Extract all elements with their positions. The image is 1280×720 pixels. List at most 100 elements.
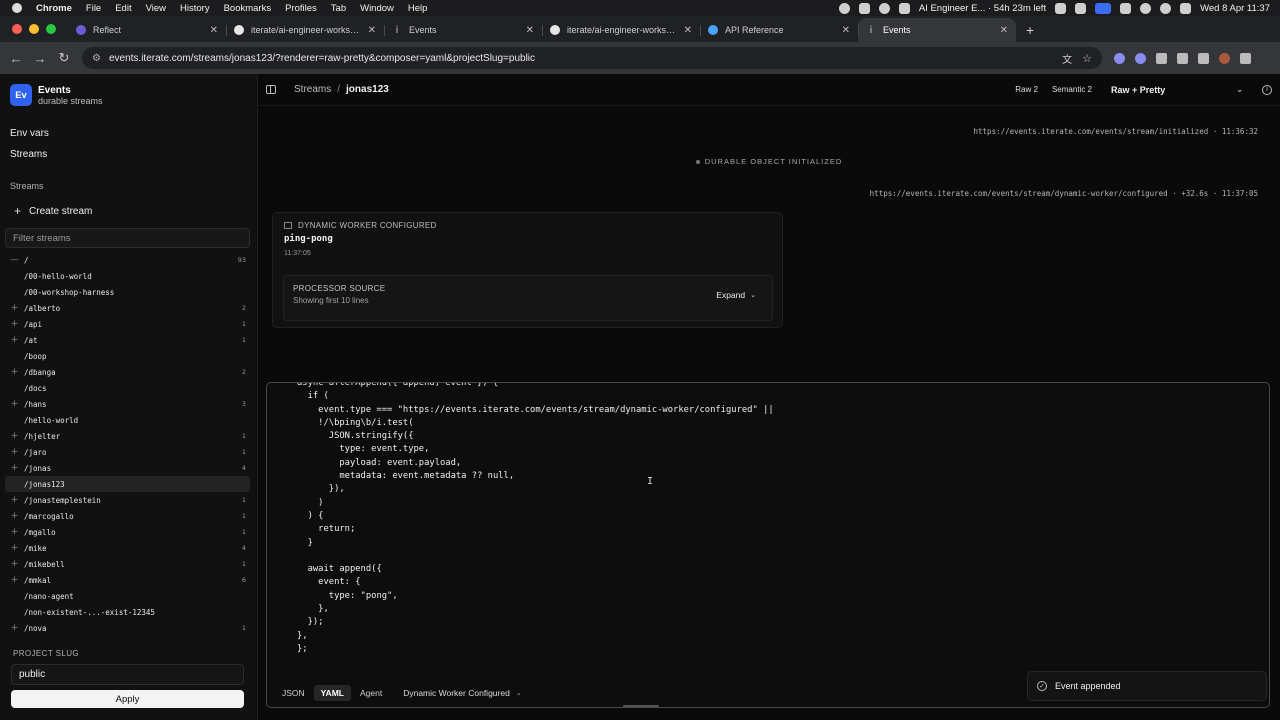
expand-icon[interactable]: + bbox=[5, 399, 24, 409]
close-icon[interactable]: ✕ bbox=[684, 25, 692, 36]
menu-edit[interactable]: Edit bbox=[115, 3, 131, 14]
stream-tree-item[interactable]: +/hjelter 1 bbox=[5, 428, 250, 444]
stream-tree-item[interactable]: +/jonastemplestein 1 bbox=[5, 492, 250, 508]
tray-icon[interactable] bbox=[898, 2, 910, 14]
forward-icon[interactable]: → bbox=[28, 51, 52, 66]
close-icon[interactable]: ✕ bbox=[368, 25, 376, 36]
project-slug-input[interactable]: public bbox=[11, 664, 244, 685]
tray-icon[interactable] bbox=[1075, 2, 1087, 14]
stream-tree-item[interactable]: +/mike 4 bbox=[5, 540, 250, 556]
stream-tree-item[interactable]: +/jaro 1 bbox=[5, 444, 250, 460]
browser-tab-api-reference[interactable]: API Reference ✕ bbox=[700, 18, 858, 42]
stream-tree-item[interactable]: /non-existent-...-exist-12345 bbox=[5, 604, 250, 620]
menubar-clock[interactable]: Wed 8 Apr 11:37 bbox=[1200, 3, 1270, 14]
stream-tree-item[interactable]: +/hans 3 bbox=[5, 396, 250, 412]
menu-view[interactable]: View bbox=[146, 3, 166, 14]
expand-button[interactable]: Expand ⌄ bbox=[716, 290, 756, 300]
sidebar-icon[interactable] bbox=[1198, 52, 1209, 64]
close-icon[interactable]: ✕ bbox=[1000, 25, 1008, 36]
menu-window[interactable]: Window bbox=[360, 3, 394, 14]
zoom-window-button[interactable] bbox=[46, 24, 56, 34]
stream-tree-item[interactable]: +/jonas 4 bbox=[5, 460, 250, 476]
puzzle-icon[interactable] bbox=[1177, 52, 1188, 64]
apple-icon[interactable] bbox=[12, 3, 22, 13]
browser-tab-github[interactable]: iterate/ai-engineer-workshop ✕ bbox=[542, 18, 700, 42]
stream-tree-item[interactable]: /nano-agent bbox=[5, 588, 250, 604]
nav-env-vars[interactable]: Env vars bbox=[10, 128, 49, 139]
stream-tree-item[interactable]: /hello-world bbox=[5, 412, 250, 428]
composer-tab-json[interactable]: JSON bbox=[275, 685, 312, 701]
renderer-select[interactable]: Raw + Pretty ⌄ bbox=[1106, 81, 1248, 99]
menu-file[interactable]: File bbox=[86, 3, 101, 14]
site-info-icon[interactable]: ⚙ bbox=[92, 53, 101, 64]
stream-tree-item[interactable]: +/marcogallo 1 bbox=[5, 508, 250, 524]
expand-icon[interactable]: + bbox=[5, 575, 24, 585]
create-stream-button[interactable]: + Create stream bbox=[14, 204, 92, 218]
composer-tab-yaml[interactable]: YAML bbox=[313, 685, 351, 701]
stream-tree-item[interactable]: /00-hello-world bbox=[5, 268, 250, 284]
expand-icon[interactable]: + bbox=[5, 559, 24, 569]
tray-icon[interactable] bbox=[878, 2, 890, 14]
stream-tree-item[interactable]: +/at 1 bbox=[5, 332, 250, 348]
breadcrumb-streams[interactable]: Streams bbox=[294, 84, 331, 95]
stream-tree-item[interactable]: +/mikebell 1 bbox=[5, 556, 250, 572]
extension-icon[interactable] bbox=[1156, 52, 1167, 64]
new-tab-button[interactable]: + bbox=[1016, 22, 1042, 42]
wifi-icon[interactable] bbox=[1140, 2, 1152, 14]
extension-icon[interactable] bbox=[1135, 52, 1146, 64]
control-center-icon[interactable] bbox=[1180, 2, 1192, 14]
menu-app-chrome[interactable]: Chrome bbox=[36, 3, 72, 14]
expand-icon[interactable]: + bbox=[5, 463, 24, 473]
menu-profiles[interactable]: Profiles bbox=[285, 3, 317, 14]
menu-help[interactable]: Help bbox=[408, 3, 428, 14]
stream-tree-item[interactable]: +/api 1 bbox=[5, 316, 250, 332]
address-bar[interactable]: ⚙ events.iterate.com/streams/jonas123/?r… bbox=[82, 47, 1102, 69]
stream-tree-item[interactable]: /boop bbox=[5, 348, 250, 364]
expand-icon[interactable]: + bbox=[5, 543, 24, 553]
tray-icon[interactable] bbox=[858, 2, 870, 14]
stream-tree-item[interactable]: +/alberto 2 bbox=[5, 300, 250, 316]
expand-icon[interactable]: + bbox=[5, 527, 24, 537]
close-icon[interactable]: ✕ bbox=[842, 25, 850, 36]
semantic-count-button[interactable]: Semantic 2 bbox=[1052, 85, 1092, 94]
reload-icon[interactable]: ↻ bbox=[52, 50, 76, 66]
expand-icon[interactable]: + bbox=[5, 511, 24, 521]
browser-tab-reflect[interactable]: Reflect ✕ bbox=[68, 18, 226, 42]
stream-tree-item[interactable]: +/mgallo 1 bbox=[5, 524, 250, 540]
menubar-status-text[interactable]: AI Engineer E... · 54h 23m left bbox=[919, 3, 1046, 14]
filter-streams-input[interactable]: Filter streams bbox=[5, 228, 250, 248]
translate-icon[interactable]: 文 bbox=[1062, 51, 1072, 66]
stream-tree-item[interactable]: +/dbanga 2 bbox=[5, 364, 250, 380]
close-icon[interactable]: ✕ bbox=[526, 25, 534, 36]
expand-icon[interactable]: + bbox=[5, 447, 24, 457]
brand[interactable]: Ev Events durable streams bbox=[10, 84, 103, 106]
browser-tab-events-active[interactable]: ⅰ Events ✕ bbox=[858, 18, 1016, 42]
expand-icon[interactable]: + bbox=[5, 623, 24, 633]
screen-share-icon[interactable] bbox=[1095, 2, 1112, 14]
kebab-menu-icon[interactable] bbox=[1240, 52, 1251, 64]
expand-icon[interactable]: + bbox=[5, 367, 24, 377]
back-icon[interactable]: ← bbox=[4, 51, 28, 66]
composer-code-editor[interactable]: async afterAppend({ append, event }) { i… bbox=[297, 383, 774, 656]
composer-tab-agent[interactable]: Agent bbox=[353, 685, 389, 701]
address-url[interactable]: events.iterate.com/streams/jonas123/?ren… bbox=[109, 53, 535, 64]
nav-streams[interactable]: Streams bbox=[10, 149, 47, 160]
search-icon[interactable] bbox=[1160, 2, 1172, 14]
close-icon[interactable]: ✕ bbox=[210, 25, 218, 36]
avatar[interactable] bbox=[1219, 52, 1230, 64]
tray-icon[interactable] bbox=[1120, 2, 1132, 14]
menu-bookmarks[interactable]: Bookmarks bbox=[224, 3, 272, 14]
stream-tree-item[interactable]: +/mmkal 6 bbox=[5, 572, 250, 588]
tray-icon[interactable] bbox=[838, 2, 850, 14]
extension-icon[interactable] bbox=[1114, 52, 1125, 64]
grid-icon[interactable] bbox=[1055, 2, 1067, 14]
stream-tree-item[interactable]: /docs bbox=[5, 380, 250, 396]
close-window-button[interactable] bbox=[12, 24, 22, 34]
browser-tab-events[interactable]: ⅰ Events ✕ bbox=[384, 18, 542, 42]
toggle-sidebar-icon[interactable] bbox=[266, 85, 276, 94]
expand-icon[interactable]: + bbox=[5, 335, 24, 345]
minimize-window-button[interactable] bbox=[29, 24, 39, 34]
resize-handle[interactable] bbox=[623, 705, 659, 707]
expand-icon[interactable]: + bbox=[5, 431, 24, 441]
info-icon[interactable]: i bbox=[1262, 84, 1272, 95]
